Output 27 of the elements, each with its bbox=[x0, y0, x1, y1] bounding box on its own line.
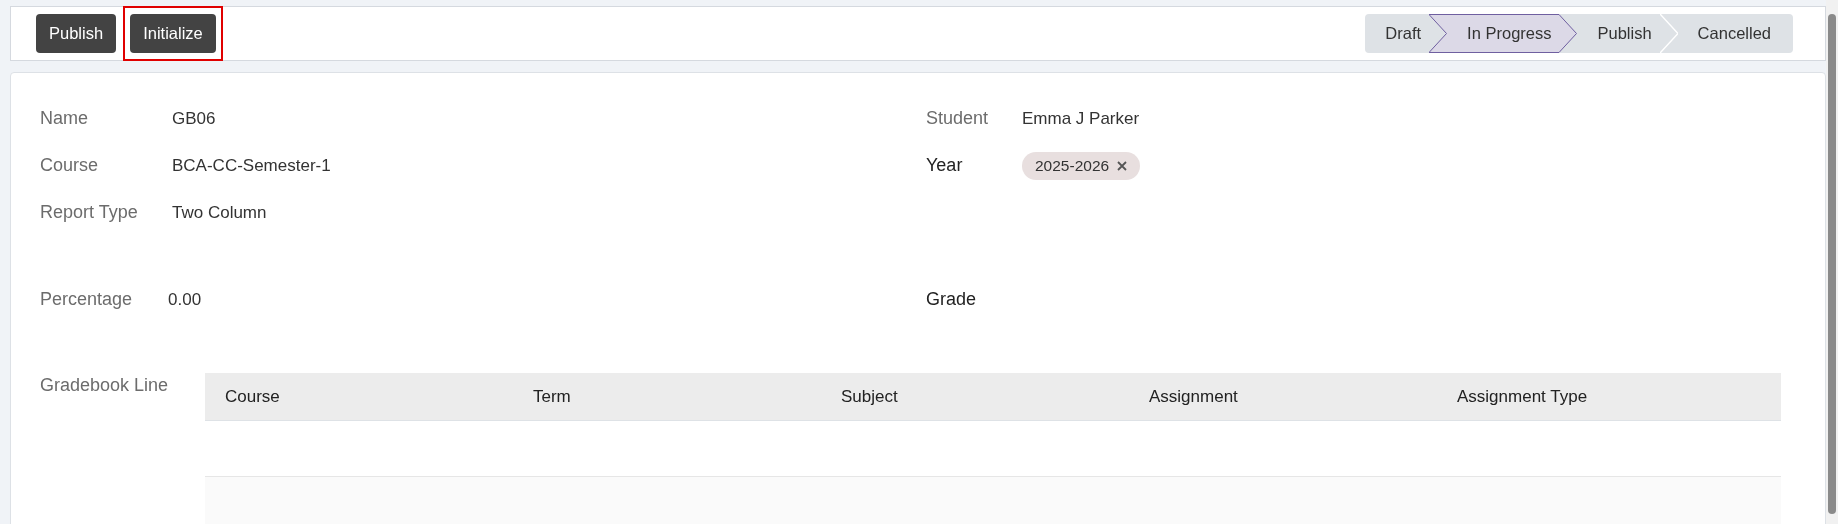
column-header[interactable]: Course bbox=[205, 386, 513, 407]
column-header[interactable]: Subject bbox=[821, 386, 1129, 407]
field-label: Report Type bbox=[40, 202, 139, 223]
field-label: Year bbox=[926, 155, 964, 176]
scrollbar[interactable] bbox=[1826, 0, 1838, 524]
status-stage[interactable]: Draft bbox=[1365, 14, 1430, 53]
remove-icon[interactable] bbox=[1117, 160, 1128, 171]
column-header[interactable]: Assignment bbox=[1129, 386, 1437, 407]
action-button[interactable]: Initialize bbox=[130, 14, 216, 53]
column-header[interactable]: Assignment Type bbox=[1437, 386, 1745, 407]
field-label: Grade bbox=[926, 289, 978, 310]
field-label: Course bbox=[40, 155, 100, 176]
field-label: Name bbox=[40, 108, 89, 129]
status-stage[interactable]: Cancelled bbox=[1677, 14, 1793, 53]
field-label: Gradebook Line bbox=[40, 374, 170, 397]
field-label: Student bbox=[926, 108, 990, 129]
field-value: GB06 bbox=[172, 108, 216, 129]
field-value: BCA-CC-Semester-1 bbox=[172, 155, 331, 176]
field-value: 0.00 bbox=[168, 289, 202, 310]
field-value: Emma J Parker bbox=[1022, 108, 1140, 129]
chevron-icon bbox=[1659, 14, 1678, 53]
column-header[interactable]: Term bbox=[513, 386, 821, 407]
action-button[interactable]: Publish bbox=[36, 14, 117, 53]
field-value: Two Column bbox=[172, 202, 267, 223]
tag-label: 2025-2026 bbox=[1035, 156, 1110, 175]
field-label: Percentage bbox=[40, 289, 134, 310]
status-stage[interactable]: Publish bbox=[1577, 14, 1660, 53]
